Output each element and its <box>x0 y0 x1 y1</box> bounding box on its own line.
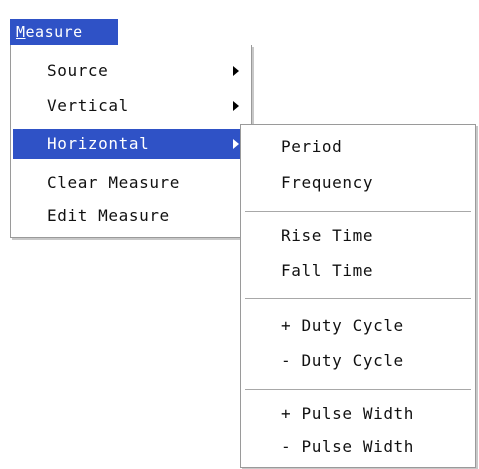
submenu-item-negative-pulse-width-label: - Pulse Width <box>281 437 415 456</box>
menu-separator <box>245 211 471 213</box>
submenu-item-period[interactable]: Period <box>243 132 473 162</box>
submenu-item-positive-pulse-width-label: + Pulse Width <box>281 404 415 423</box>
menu-separator <box>245 389 471 391</box>
submenu-item-period-label: Period <box>281 137 343 156</box>
submenu-item-fall-time-label: Fall Time <box>281 261 374 280</box>
menubar-measure-label: easure <box>25 23 83 41</box>
submenu-item-negative-duty-cycle-label: - Duty Cycle <box>281 351 404 370</box>
measure-menu: Source Vertical Horizontal Clear Measure… <box>10 45 252 238</box>
submenu-item-negative-pulse-width[interactable]: - Pulse Width <box>243 432 473 462</box>
submenu-item-positive-duty-cycle-label: + Duty Cycle <box>281 316 404 335</box>
submenu-arrow-icon <box>233 101 239 111</box>
menu-item-vertical[interactable]: Vertical <box>13 91 249 121</box>
menu-item-horizontal[interactable]: Horizontal <box>13 129 249 159</box>
horizontal-submenu: Period Frequency Rise Time Fall Time + D… <box>240 124 476 468</box>
screen: Measure Source Vertical Horizontal Clear… <box>0 0 479 469</box>
submenu-item-positive-duty-cycle[interactable]: + Duty Cycle <box>243 311 473 341</box>
submenu-item-negative-duty-cycle[interactable]: - Duty Cycle <box>243 346 473 376</box>
submenu-item-frequency[interactable]: Frequency <box>243 168 473 198</box>
menu-item-edit-measure-label: Edit Measure <box>47 206 170 225</box>
submenu-item-rise-time-label: Rise Time <box>281 226 374 245</box>
submenu-item-fall-time[interactable]: Fall Time <box>243 256 473 286</box>
submenu-item-positive-pulse-width[interactable]: + Pulse Width <box>243 399 473 429</box>
menu-item-source-label: Source <box>47 61 109 80</box>
menu-item-source[interactable]: Source <box>13 56 249 86</box>
menu-item-clear-measure[interactable]: Clear Measure <box>13 168 249 198</box>
submenu-arrow-icon <box>233 66 239 76</box>
menu-item-edit-measure[interactable]: Edit Measure <box>13 201 249 231</box>
menubar-measure[interactable]: Measure <box>10 19 118 45</box>
menu-separator <box>245 298 471 300</box>
submenu-item-frequency-label: Frequency <box>281 173 374 192</box>
menu-item-horizontal-label: Horizontal <box>47 134 150 153</box>
menu-item-clear-measure-label: Clear Measure <box>47 173 181 192</box>
menubar-measure-mnemonic: M <box>16 23 26 41</box>
menu-item-vertical-label: Vertical <box>47 96 129 115</box>
submenu-item-rise-time[interactable]: Rise Time <box>243 221 473 251</box>
submenu-arrow-icon <box>233 139 239 149</box>
